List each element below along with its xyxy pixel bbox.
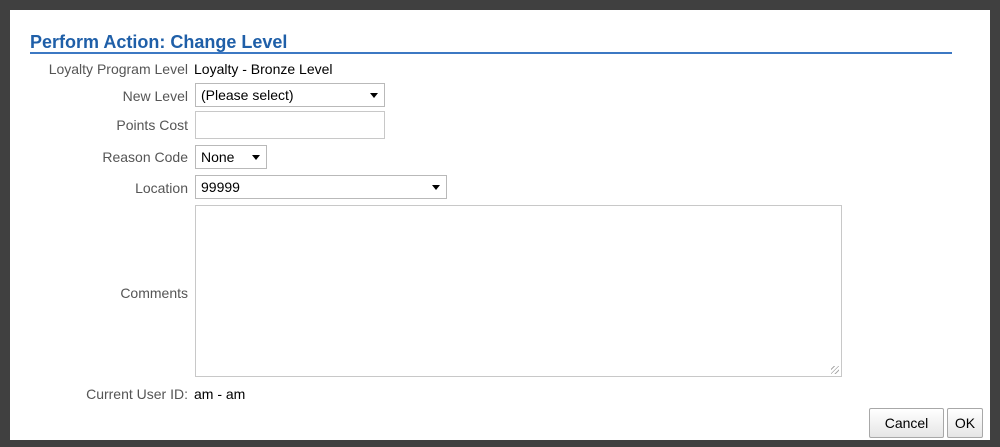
reason-code-label: Reason Code [102,149,188,165]
location-selected: 99999 [201,179,240,195]
resize-grip-icon[interactable] [831,366,839,374]
loyalty-program-level-value: Loyalty - Bronze Level [194,61,333,77]
chevron-down-icon [370,93,378,98]
reason-code-selected: None [201,149,235,165]
points-cost-label: Points Cost [116,117,188,133]
reason-code-select[interactable]: None [195,145,267,169]
location-label: Location [135,180,188,196]
change-level-dialog: Perform Action: Change Level Loyalty Pro… [10,10,990,440]
title-divider [30,52,952,54]
location-select[interactable]: 99999 [195,175,447,199]
loyalty-program-level-label: Loyalty Program Level [48,61,188,77]
new-level-label: New Level [122,88,188,104]
comments-textarea[interactable] [195,205,842,377]
cancel-button[interactable]: Cancel [869,408,944,438]
chevron-down-icon [252,155,260,160]
new-level-selected: (Please select) [201,87,294,103]
current-user-id-value: am - am [194,386,246,402]
dialog-title: Perform Action: Change Level [30,32,288,52]
ok-button[interactable]: OK [947,408,983,438]
comments-label: Comments [120,285,188,301]
points-cost-input[interactable] [195,111,385,139]
chevron-down-icon [432,185,440,190]
current-user-id-label: Current User ID: [86,386,188,402]
new-level-select[interactable]: (Please select) [195,83,385,107]
